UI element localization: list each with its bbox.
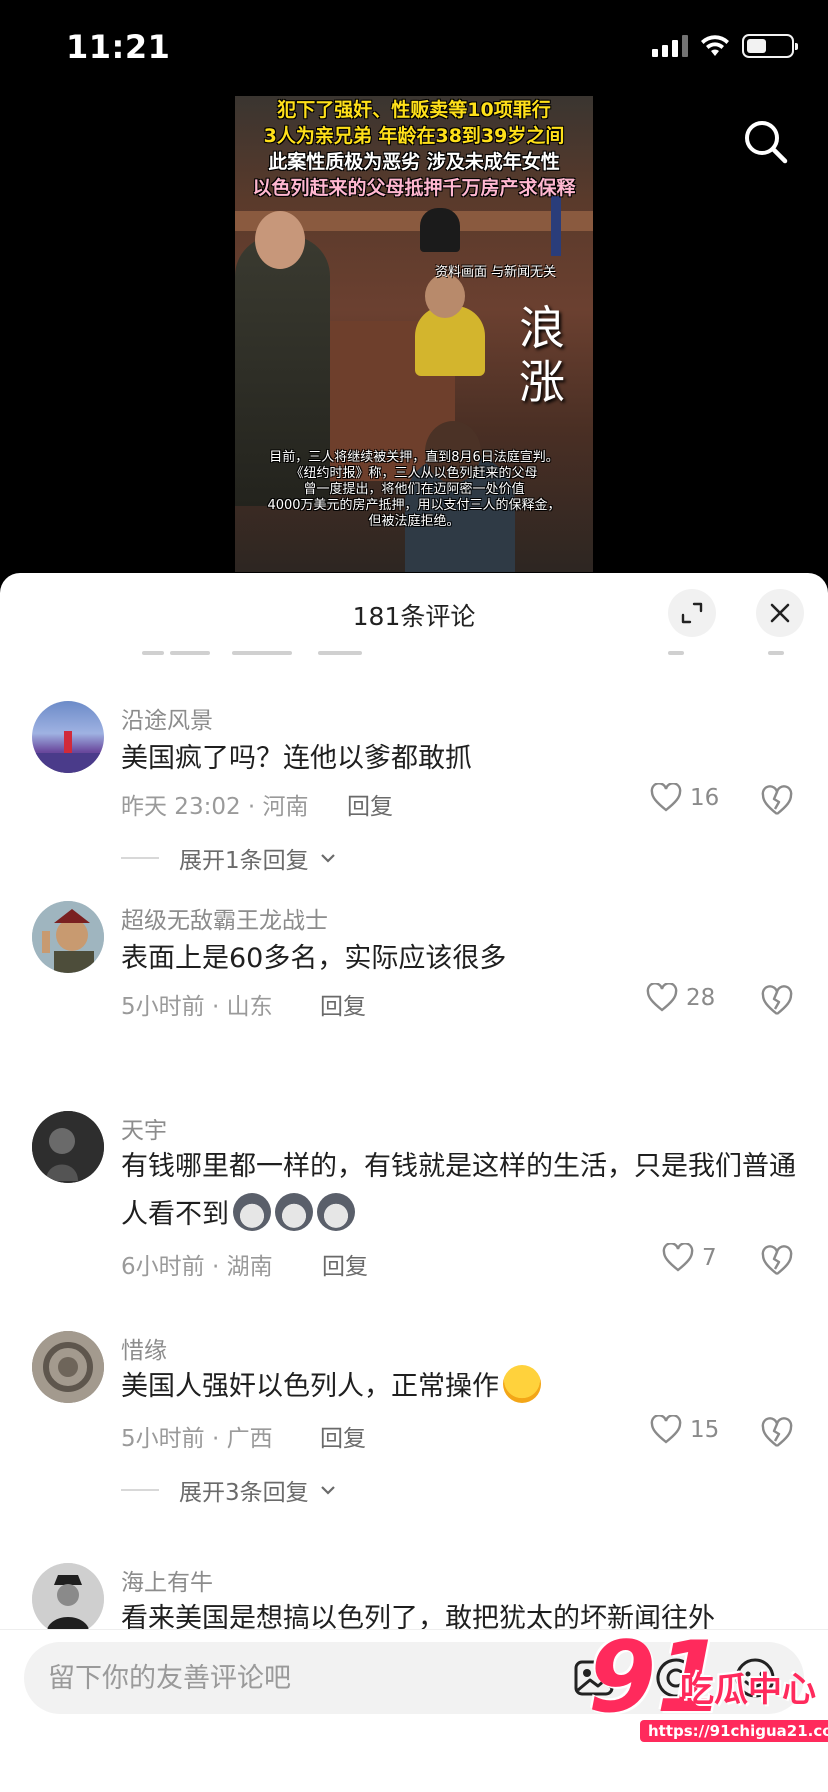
like-button[interactable]: 28 [646, 983, 715, 1013]
battery-icon [742, 34, 798, 58]
video-caption-2: 3人为亲兄弟 年龄在38到39岁之间 [263, 125, 565, 147]
avatar[interactable] [32, 1331, 104, 1403]
video-subtitle-line: 目前，三人将继续被关押，直到8月6日法庭宣判。 [269, 450, 559, 465]
video-subtitles: 目前，三人将继续被关押，直到8月6日法庭宣判。 《纽约时报》称，三人从以色列赶来… [239, 450, 589, 530]
dislike-button[interactable] [760, 985, 794, 1019]
comment-text: 美国疯了吗？连他以爹都敢抓 [121, 743, 472, 774]
dislike-button[interactable] [760, 785, 794, 819]
close-icon [770, 603, 790, 623]
expand-icon [681, 602, 703, 624]
judge-figure [420, 208, 460, 252]
woman-head [425, 274, 465, 318]
site-watermark-logo: 91 吃瓜中心 https://91chigua21.com [588, 1628, 828, 1768]
reply-button[interactable]: 回复 [320, 1419, 366, 1453]
dislike-button[interactable] [760, 1245, 794, 1279]
broken-heart-icon [761, 985, 793, 1015]
watermark-name: 吃瓜中心 [680, 1670, 816, 1710]
video-subtitle-line: 《纽约时报》称，三人从以色列赶来的父母 [290, 466, 538, 481]
comment-username[interactable]: 天宇 [121, 1111, 167, 1145]
avatar-image [32, 901, 104, 973]
heart-icon [650, 783, 682, 812]
doge-emoji-icon [233, 1193, 271, 1231]
video-player[interactable]: 犯下了强奸、性贩卖等10项罪行 3人为亲兄弟 年龄在38到39岁之间 此案性质极… [0, 96, 828, 576]
reply-button[interactable]: 回复 [322, 1247, 368, 1281]
heart-icon [662, 1243, 694, 1272]
avatar-image [32, 1111, 104, 1183]
reply-button[interactable]: 回复 [347, 787, 393, 821]
comment-text: 表面上是60多名，实际应该很多 [121, 943, 507, 974]
broken-heart-icon [761, 785, 793, 815]
comment-meta: 6小时前 · 湖南 [121, 1254, 273, 1280]
doge-emoji-icon [275, 1193, 313, 1231]
chevron-down-icon [320, 1486, 335, 1495]
watermark-url: https://91chigua21.com [640, 1720, 828, 1742]
cropped-previous-comment [0, 643, 828, 659]
comment-text-content: 美国人强奸以色列人，正常操作 [121, 1371, 499, 1402]
comment-meta: 5小时前 · 广西 [121, 1426, 273, 1452]
video-logo: 浪涨 [519, 301, 565, 409]
like-count: 16 [690, 785, 720, 811]
close-sheet-button[interactable] [756, 589, 804, 637]
video-subtitle-line: 4000万美元的房产抵押，用以支付三人的保释金， [267, 498, 561, 513]
avatar[interactable] [32, 901, 104, 973]
expand-replies-button[interactable]: 展开3条回复 [121, 1473, 337, 1507]
avatar-image [32, 1331, 104, 1403]
expand-replies-label: 展开3条回复 [179, 1480, 309, 1506]
expand-replies-label: 展开1条回复 [179, 848, 309, 874]
avatar[interactable] [32, 1111, 104, 1183]
avatar[interactable] [32, 701, 104, 773]
comment-username[interactable]: 海上有牛 [121, 1563, 213, 1597]
video-subtitle-line: 但被法庭拒绝。 [368, 514, 460, 529]
heart-icon [646, 983, 678, 1012]
wifi-icon [701, 35, 729, 56]
comment-sheet-header: 181条评论 [0, 573, 828, 653]
video-caption-1: 犯下了强奸、性贩卖等10项罪行 [277, 99, 551, 121]
laughing-crying-emoji-icon [503, 1365, 541, 1403]
comment-username[interactable]: 超级无敌霸王龙战士 [121, 901, 328, 935]
doge-emoji-icon [317, 1193, 355, 1231]
comment-meta: 昨天 23:02 · 河南 [121, 794, 309, 820]
flag [551, 196, 561, 256]
like-count: 15 [690, 1417, 720, 1443]
status-time: 11:21 [66, 28, 171, 66]
avatar-image [32, 1563, 104, 1635]
like-count: 28 [686, 985, 716, 1011]
reply-button[interactable]: 回复 [320, 987, 366, 1021]
status-icons [652, 34, 798, 58]
comment-meta: 5小时前 · 山东 [121, 994, 273, 1020]
officer-head [255, 211, 305, 269]
comment-username[interactable]: 惜缘 [121, 1331, 167, 1365]
comment-text-content: 有钱哪里都一样的，有钱就是这样的生活，只是我们普通人看不到 [121, 1151, 796, 1230]
expand-replies-button[interactable]: 展开1条回复 [121, 841, 337, 875]
broken-heart-icon [761, 1245, 793, 1275]
heart-icon [650, 1415, 682, 1444]
like-button[interactable]: 16 [650, 783, 719, 813]
avatar-image [32, 731, 104, 773]
like-button[interactable]: 15 [650, 1415, 719, 1445]
chevron-down-icon [320, 854, 335, 863]
signal-icon [652, 35, 688, 57]
expand-sheet-button[interactable] [668, 589, 716, 637]
like-button[interactable]: 7 [662, 1243, 717, 1273]
broken-heart-icon [761, 1417, 793, 1447]
search-icon [745, 121, 788, 164]
dislike-button[interactable] [760, 1417, 794, 1451]
video-frame[interactable]: 犯下了强奸、性贩卖等10项罪行 3人为亲兄弟 年龄在38到39岁之间 此案性质极… [235, 96, 593, 572]
comment-input[interactable] [24, 1642, 564, 1714]
comment-text: 美国人强奸以色列人，正常操作 [121, 1363, 801, 1411]
avatar[interactable] [32, 1563, 104, 1635]
comment-username[interactable]: 沿途风景 [121, 701, 213, 735]
comment-sheet: 181条评论 沿途风景 美国疯了吗？连他以爹都敢抓 昨天 23:02 · 河南 … [0, 573, 828, 1792]
search-button[interactable] [740, 116, 792, 168]
video-disclaimer: 资料画面 与新闻无关 [435, 265, 557, 280]
status-bar: 11:21 [0, 0, 828, 96]
video-caption-4: 以色列赶来的父母抵押千万房产求保释 [252, 177, 576, 199]
video-caption-3: 此案性质极为恶劣 涉及未成年女性 [268, 151, 560, 173]
comment-text: 有钱哪里都一样的，有钱就是这样的生活，只是我们普通人看不到 [121, 1143, 801, 1239]
like-count: 7 [702, 1245, 717, 1271]
video-subtitle-line: 曾一度提出，将他们在迈阿密一处价值 [303, 482, 525, 497]
